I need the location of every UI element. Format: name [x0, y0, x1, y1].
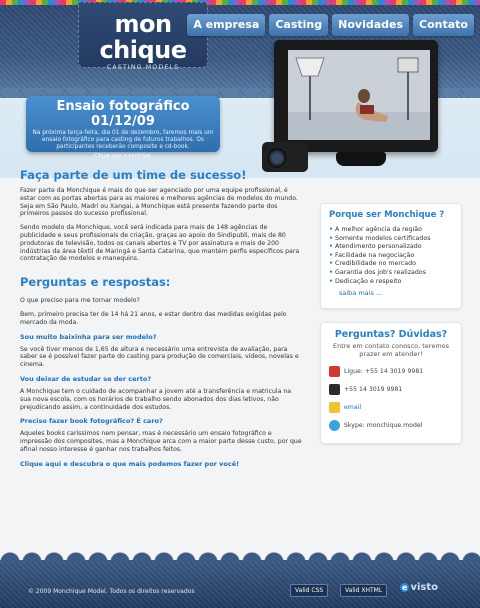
photo-shoot-image: [288, 50, 430, 140]
promo-banner[interactable]: Ensaio fotográfico 01/12/09 Na próxima t…: [26, 96, 220, 159]
mobile-text: +55 14 3019 9981: [344, 385, 403, 393]
nav-novidades[interactable]: Novidades: [332, 14, 410, 36]
benefits-list: • A melhor agência da região • Somente mod…: [329, 226, 453, 286]
promo-link[interactable]: Clique aqui e participe.: [26, 153, 220, 159]
copyright: © 2009 Monchique Model. Todos os direito…: [28, 588, 195, 595]
faq-answer-1: Bem, primeiro precisa ter de 14 há 21 an…: [20, 310, 287, 326]
faq-question-3[interactable]: Vou deixar de estudar se der certo?: [20, 375, 302, 383]
camera-lens: [266, 147, 288, 169]
contact-mobile: +55 14 3019 9981: [329, 383, 453, 395]
evisto-e-icon: e: [400, 583, 410, 592]
faq-question-4[interactable]: Preciso fazer book fotográfico? É caro?: [20, 417, 302, 425]
nav-casting[interactable]: Casting: [269, 14, 329, 36]
valid-css-badge[interactable]: Valid CSS: [290, 584, 329, 597]
contact-box: Perguntas? Dúvidas? Entre em contato con…: [320, 322, 462, 444]
mobile-icon: [329, 383, 340, 395]
footer: © 2009 Monchique Model. Todos os direito…: [0, 550, 480, 608]
main-content: Faça parte de um time de sucesso! Fazer …: [20, 168, 302, 468]
faq-answer-2: Se você tiver menos de 1,65 de altura e …: [20, 345, 299, 369]
faq-heading: Perguntas e respostas:: [20, 275, 171, 290]
photo-shoot-illustration: [288, 50, 430, 140]
why-title: Porque ser Monchique ?: [329, 210, 445, 220]
why-monchique-box: Porque ser Monchique ? • A melhor agência…: [320, 203, 462, 309]
contact-text: Entre em contato conosco, teremos prazer…: [332, 342, 450, 359]
promo-title: Ensaio fotográfico 01/12/09: [56, 99, 190, 129]
contact-skype: Skype: monchique.model: [329, 419, 453, 431]
header: mon chique CASTING MODELS A empresa Cast…: [0, 0, 480, 178]
faq-question-2[interactable]: Sou muito baixinha para ser modelo?: [20, 333, 302, 341]
intro-text-1: Fazer parte da Monchique é mais do que s…: [20, 187, 298, 202]
nav-contato[interactable]: Contato: [413, 14, 474, 36]
email-link[interactable]: email: [344, 404, 361, 411]
tv-stand: [336, 152, 386, 166]
list-item: • Facilidade na negociação: [329, 251, 415, 259]
contact-phone: Ligue: +55 14 3019 9981: [329, 365, 453, 377]
logo-subtitle: CASTING MODELS: [106, 63, 180, 71]
list-item: • Dedicação e respeito: [329, 277, 402, 285]
footer-torn-edge: [0, 550, 480, 562]
contact-title: Perguntas? Dúvidas?: [334, 329, 448, 340]
intro-heading: Faça parte de um time de sucesso!: [20, 168, 247, 182]
more-link[interactable]: saiba mais ...: [339, 289, 453, 297]
phone-text: Ligue: +55 14 3019 9981: [344, 367, 424, 375]
faq-question-plain: O que preciso para me tornar modelo?: [20, 297, 140, 305]
list-item: • Atendimento personalizado: [329, 243, 422, 251]
promo-text: Na próxima terça-feira, dia 01 de dezemb…: [32, 130, 214, 151]
intro-paragraph-2: Sendo modelo da Monchique, você será ind…: [20, 224, 300, 263]
learn-more-link[interactable]: Clique aqui e descubra o que mais podemo…: [20, 460, 302, 468]
list-item: • Somente modelos certificados: [329, 234, 431, 242]
faq-answer-3: A Monchique tem o cuidado de acompanhar …: [20, 387, 292, 411]
list-item: • Credibilidade no mercado: [329, 260, 416, 268]
intro-paragraph: Fazer parte da Monchique é mais do que s…: [20, 187, 302, 218]
intro-text-2: Seja em São Paulo, Madri ou Xangai, a Mo…: [20, 202, 278, 218]
tv-frame: [274, 40, 438, 152]
main-nav: A empresa Casting Novidades Contato: [187, 14, 474, 36]
skype-text: Skype: monchique.model: [344, 421, 423, 429]
evisto-text: visto: [410, 582, 438, 593]
skype-icon: [329, 419, 340, 431]
nav-a-empresa[interactable]: A empresa: [187, 14, 266, 36]
mail-icon: [329, 401, 340, 413]
faq-answer-4: Aqueles books caríssimos nem pensar, mas…: [20, 430, 302, 453]
valid-xhtml-badge[interactable]: Valid XHTML: [340, 584, 388, 597]
contact-email: email: [329, 401, 453, 413]
color-strip: [0, 0, 480, 5]
evisto-logo[interactable]: e visto: [400, 582, 438, 593]
list-item: • Garantia dos job's realizados: [329, 268, 427, 276]
phone-icon: [329, 365, 340, 377]
list-item: • A melhor agência da região: [329, 226, 422, 233]
